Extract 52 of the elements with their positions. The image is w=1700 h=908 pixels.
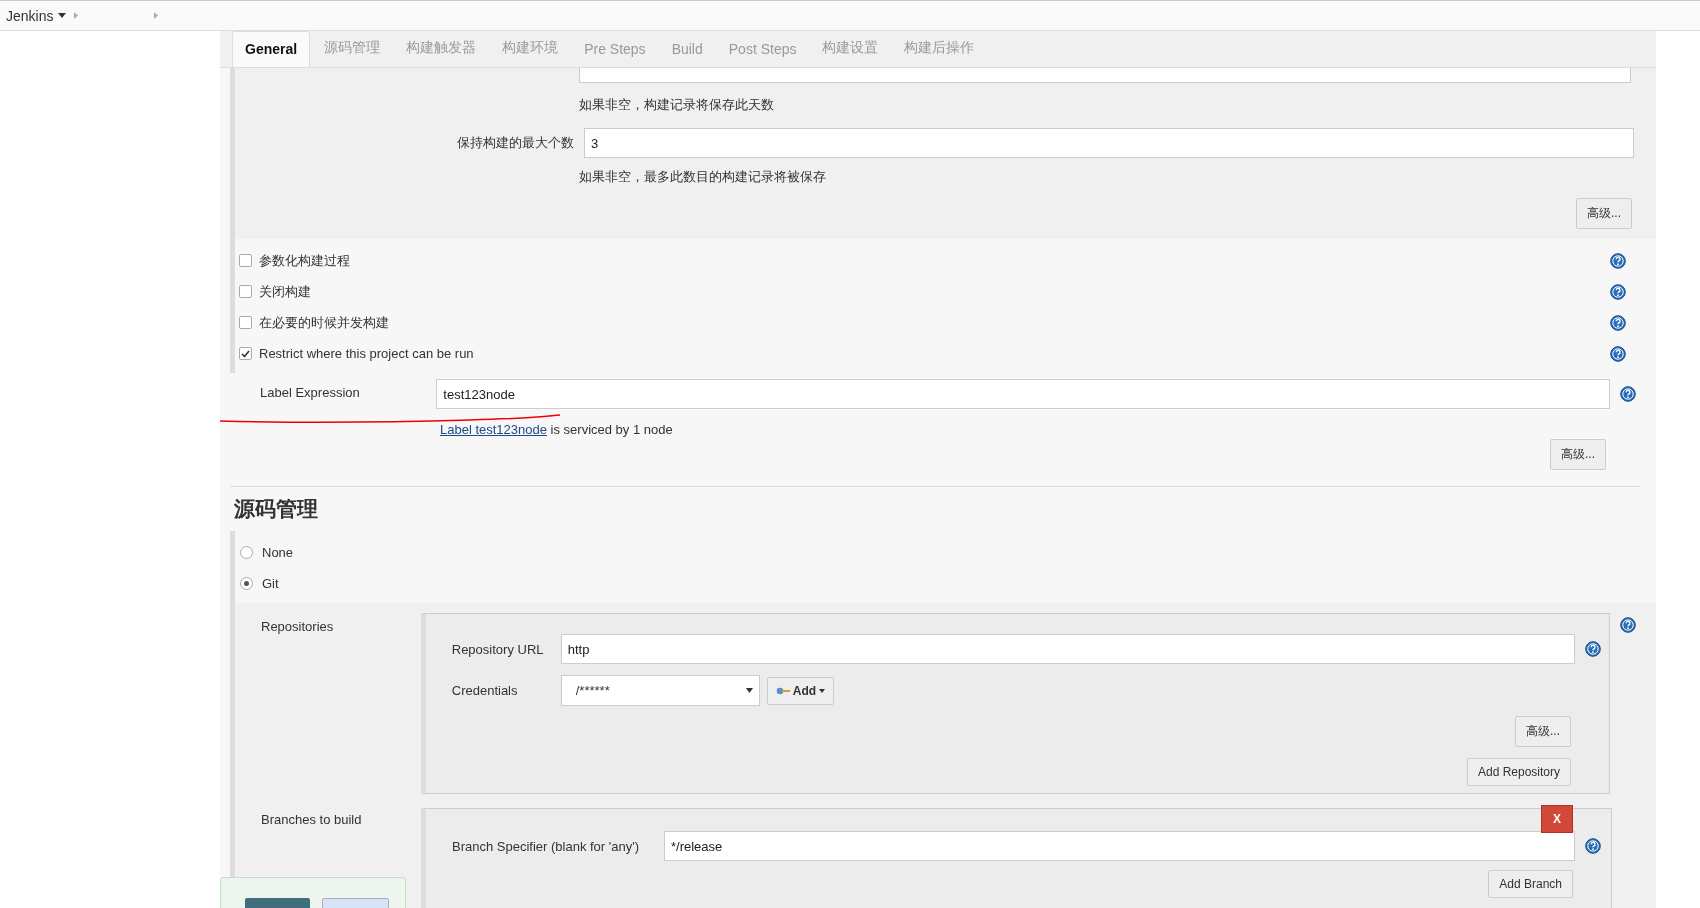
help-icon[interactable]: [1620, 617, 1636, 633]
tab[interactable]: General: [232, 31, 311, 67]
radio-label: None: [262, 545, 294, 560]
help-icon[interactable]: [1584, 641, 1601, 657]
help-icon[interactable]: [1585, 838, 1601, 854]
chevron-icon: [154, 12, 159, 19]
input-field[interactable]: http: [560, 634, 1575, 664]
radio-label: Git: [262, 576, 279, 591]
checkbox[interactable]: [239, 254, 252, 267]
checkbox-label: Restrict where this project can be run: [259, 346, 475, 361]
checkbox[interactable]: [239, 316, 252, 329]
hint-text: 如果非空，最多此数目的构建记录将被保存: [579, 168, 827, 186]
advanced-button[interactable]: 高级...: [1515, 716, 1571, 747]
field-label: Credentials: [451, 683, 519, 698]
key-icon: [775, 686, 790, 695]
chevron-icon: [74, 12, 79, 19]
caret-icon: [745, 688, 753, 693]
input-field[interactable]: 3: [584, 128, 1634, 158]
field-label: Branch Specifier (blank for 'any'): [452, 838, 641, 854]
caret-icon: [58, 13, 67, 18]
input-field[interactable]: test123node: [436, 379, 1610, 409]
field-label: Repositories: [260, 618, 335, 634]
help-icon[interactable]: [1610, 314, 1626, 331]
input-field[interactable]: */release: [664, 831, 1575, 861]
credentials-dropdown[interactable]: /******: [560, 675, 760, 706]
help-icon[interactable]: [1610, 252, 1626, 269]
field-label: Label Expression: [259, 384, 361, 400]
checkbox[interactable]: [239, 285, 252, 298]
checkbox[interactable]: [239, 347, 252, 360]
add-branch-button[interactable]: Add Branch: [1488, 870, 1573, 898]
radio-button[interactable]: [240, 577, 253, 590]
input-field[interactable]: [579, 68, 1631, 83]
delete-button[interactable]: X: [1541, 805, 1573, 833]
help-icon[interactable]: [1610, 283, 1626, 300]
field-label: Repository URL: [451, 641, 545, 657]
caret-icon: [819, 688, 826, 693]
add-repository-button[interactable]: Add Repository: [1466, 758, 1571, 786]
advanced-button[interactable]: 高级...: [1576, 198, 1632, 229]
label-link[interactable]: Label test123node: [440, 422, 547, 437]
checkbox-label: 关闭构建: [259, 282, 312, 301]
add-button[interactable]: Add: [766, 676, 835, 705]
radio-button[interactable]: [240, 546, 253, 559]
field-label: Branches to build: [260, 811, 363, 827]
breadcrumb-link[interactable]: Jenkins: [6, 7, 67, 24]
advanced-button[interactable]: 高级...: [1550, 439, 1606, 470]
help-icon[interactable]: [1610, 345, 1626, 362]
help-icon[interactable]: [1620, 386, 1636, 402]
checkbox-label: 在必要的时候并发构建: [259, 313, 390, 332]
info-text: Label test123node is serviced by 1 node: [440, 422, 674, 437]
hint-text: 如果非空，构建记录将保存此天数: [579, 96, 775, 114]
checkbox-label: 参数化构建过程: [259, 251, 351, 270]
field-label: 保持构建的最大个数: [456, 134, 575, 152]
